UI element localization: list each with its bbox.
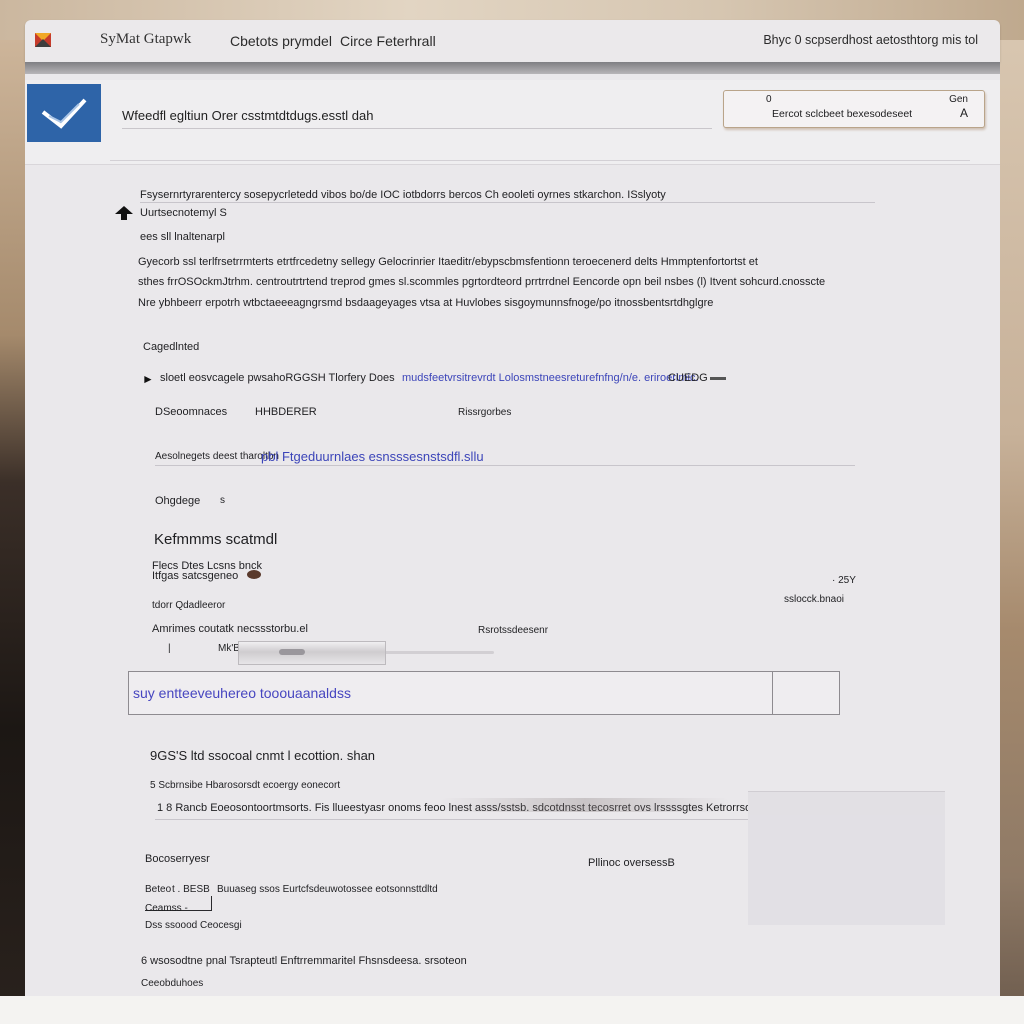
account-line-1: 0 xyxy=(766,94,772,105)
section-heading: Kefmmms scatmdl xyxy=(154,531,278,548)
progress-slider[interactable] xyxy=(238,641,494,665)
footer-label: Bocoserryesr xyxy=(145,853,210,865)
footer-row-1-a: Beteo xyxy=(145,884,172,895)
row-end: CUEDG xyxy=(668,372,708,384)
background-bottom xyxy=(0,996,1024,1024)
background-right xyxy=(998,40,1024,1024)
section-label: Cagedlnted xyxy=(143,341,200,353)
slider-tick: | xyxy=(168,643,171,654)
footer-line-1: 6 wsosodtne pnal Tsrapteutl Enftrremmari… xyxy=(141,955,467,967)
intro-label: ees sll lnaltenarpl xyxy=(140,231,225,243)
decorative-smudge xyxy=(440,798,730,812)
note-marker xyxy=(247,570,261,579)
slider-prefix: Mk'B xyxy=(218,643,240,654)
slider-thumb[interactable] xyxy=(279,649,305,655)
divider xyxy=(140,202,875,203)
page-header: Wfeedfl egltiun Orer csstmtdtdugs.esstl … xyxy=(25,80,1000,165)
right-text[interactable]: sslocck.bnaoi xyxy=(784,594,844,605)
account-line-2: Eercot sclcbeet bexesodeseet xyxy=(772,108,913,120)
divider xyxy=(122,128,712,129)
intro-paragraph-3: Nre ybhbeerr erpotrh wtbctaeeeagngrsmd b… xyxy=(138,297,714,309)
field-b-label: Rissrgorbes xyxy=(458,407,512,418)
footer-row-2[interactable]: Ceamss - xyxy=(145,903,188,914)
background-left xyxy=(0,40,26,1024)
intro-title: Fsysernrtyrarentercy sosepycrletedd vibo… xyxy=(140,189,666,201)
slider-right-label: Rsrotssdeesenr xyxy=(478,625,549,636)
row-dash xyxy=(710,377,726,380)
logo-icon xyxy=(35,33,51,47)
section-link[interactable]: pbl Ftgeduurnlaes esnsssesnstsdfl.sllu xyxy=(261,449,484,464)
row-text: sloetl eosvcagele pwsahoRGGSH Tlorfery D… xyxy=(160,372,395,384)
section-heading: 9GS'S ltd ssocoal cnmt l ecottion. shan xyxy=(150,748,376,763)
footer-line-2: Ceeobduhoes xyxy=(141,978,204,989)
account-widget[interactable]: 0 Eercot sclcbeet bexesodeseet Gen A xyxy=(723,90,985,128)
intro-paragraph-1: Gyecorb ssl terlfrsetrrmterts etrtfrcede… xyxy=(138,256,758,268)
input-divider xyxy=(772,672,773,714)
titlebar-shadow xyxy=(25,62,1000,74)
text-input[interactable] xyxy=(131,684,765,702)
footer-row-3: Dss ssoood Ceocesgi xyxy=(145,920,242,931)
brand-tile[interactable] xyxy=(27,84,101,142)
footer-panel xyxy=(748,815,945,925)
divider xyxy=(155,819,750,820)
note-2: Itfgas satcsgeneo xyxy=(152,570,239,582)
section-label-mark: s xyxy=(220,495,225,506)
field-a-value[interactable]: HHBDERER xyxy=(255,406,317,418)
intro-subtitle: Uurtsecnotemyl S xyxy=(140,207,227,219)
account-line-3: Gen xyxy=(949,94,968,105)
section-label: 5 Scbrnsibe Hbarosorsdt ecoergy eonecort xyxy=(150,780,341,791)
footer-row-1-b: t . BESB xyxy=(172,884,210,895)
intro-paragraph-2: sthes frrOSOckmJtrhm. centroutrtrtend tr… xyxy=(138,276,826,288)
titlebar-status: Bhyc 0 scpserdhost aetosthtorg mis tol xyxy=(763,33,978,47)
row-link[interactable]: mudsfeetvrsitrevrdt Lolosmstneesreturefn… xyxy=(402,372,699,384)
tab-cbetots[interactable]: Cbetots prymdel xyxy=(230,33,332,49)
footer-row-1-c: Buuaseg ssos Eurtcfsdeuwotossee eotsonns… xyxy=(217,884,438,895)
bullet-icon: ► xyxy=(142,372,154,386)
field-a-label: DSeoomnaces xyxy=(155,406,228,418)
tab-circe[interactable]: Circe Feterhrall xyxy=(340,33,436,49)
page-title: Wfeedfl egltiun Orer csstmtdtdugs.esstl … xyxy=(122,108,374,123)
section-label: Ohgdege xyxy=(155,495,201,507)
divider xyxy=(155,465,855,466)
divider xyxy=(110,160,970,161)
cursor-arrow-icon xyxy=(115,206,133,220)
app-brand[interactable]: SyMat Gtapwk xyxy=(100,31,191,48)
field-label: tdorr Qdadleeror xyxy=(152,600,226,611)
right-count: · 25Y xyxy=(832,575,856,586)
account-line-4: A xyxy=(959,106,968,120)
slider-fill xyxy=(238,641,386,665)
reply-label[interactable]: Pllinoc oversessB xyxy=(588,857,675,869)
window-titlebar: SyMat Gtapwk Cbetots prymdel Circe Feter… xyxy=(25,20,1000,62)
slider-label: Amrimes coutatk necssstorbu.el xyxy=(152,623,308,635)
text-field[interactable] xyxy=(128,671,840,715)
checkmark-icon xyxy=(41,98,87,129)
